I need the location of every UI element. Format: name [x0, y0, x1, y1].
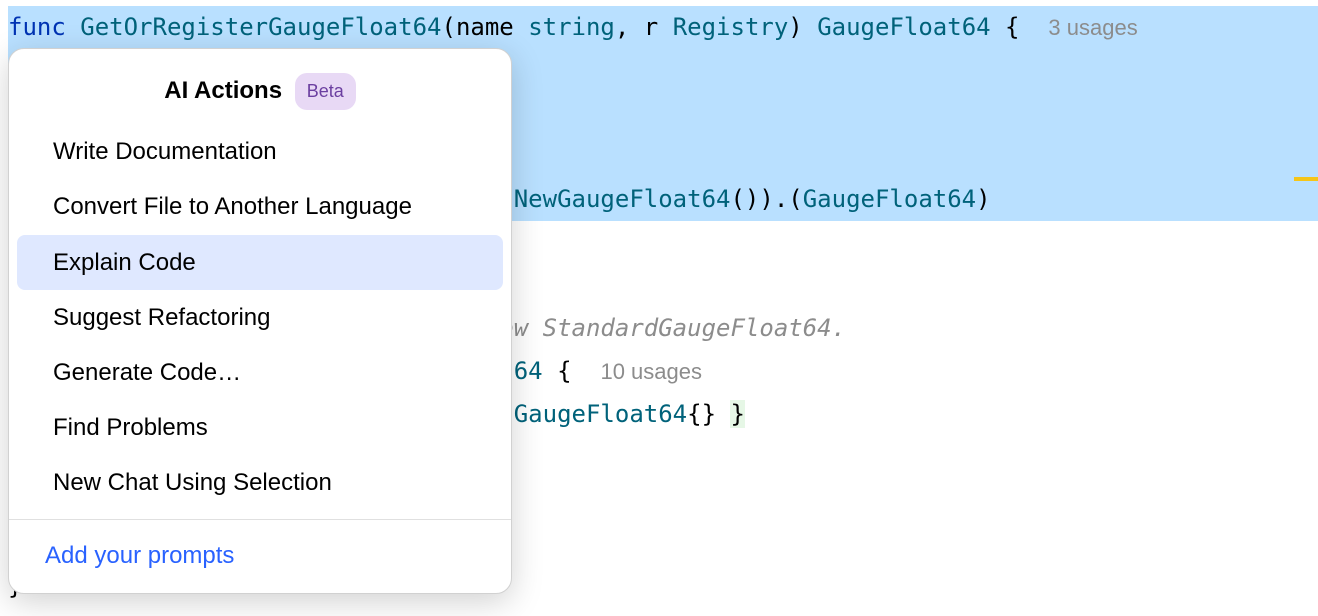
- brace-9: {: [557, 357, 571, 385]
- comment-text: new StandardGaugeFloat64.: [485, 314, 846, 342]
- ai-action-convert-file[interactable]: Convert File to Another Language: [17, 179, 503, 234]
- param-name-2: r: [644, 13, 658, 41]
- cast-type: GaugeFloat64: [803, 185, 976, 213]
- comment-typename: StandardGaugeFloat64: [543, 314, 832, 342]
- close-paren: ): [788, 13, 817, 41]
- gutter-marker[interactable]: [1294, 177, 1318, 181]
- ai-action-write-documentation[interactable]: Write Documentation: [17, 124, 503, 179]
- call-name: NewGaugeFloat64: [514, 185, 731, 213]
- cast-close: ): [976, 185, 990, 213]
- struct-lit-braces: {}: [687, 400, 716, 428]
- ai-action-generate-code[interactable]: Generate Code…: [17, 345, 503, 400]
- popup-title: AI Actions Beta: [9, 65, 511, 124]
- ai-action-explain-code[interactable]: Explain Code: [17, 235, 503, 290]
- usages-hint-1[interactable]: 3 usages: [1048, 15, 1137, 40]
- popup-divider: [9, 519, 511, 520]
- comma: ,: [615, 13, 644, 41]
- param-type-1: string: [528, 13, 615, 41]
- param-type-2: Registry: [673, 13, 789, 41]
- open-brace: {: [1005, 13, 1019, 41]
- call-parens: ()).(: [730, 185, 802, 213]
- keyword-func: func: [8, 13, 66, 41]
- beta-badge: Beta: [295, 73, 356, 109]
- ai-actions-popup: AI Actions Beta Write Documentation Conv…: [8, 48, 512, 594]
- close-brace-hl: }: [730, 400, 744, 428]
- ai-action-suggest-refactoring[interactable]: Suggest Refactoring: [17, 290, 503, 345]
- code-line-1[interactable]: func GetOrRegisterGaugeFloat64(name stri…: [8, 6, 1318, 49]
- usages-hint-2[interactable]: 10 usages: [600, 359, 702, 384]
- func-name: GetOrRegisterGaugeFloat64: [80, 13, 441, 41]
- param-name-1: name: [456, 13, 514, 41]
- add-prompts-link[interactable]: Add your prompts: [9, 528, 511, 583]
- popup-title-text: AI Actions: [164, 77, 282, 104]
- type-tail-2: lGaugeFloat64: [499, 400, 687, 428]
- open-paren: (: [441, 13, 455, 41]
- ai-action-find-problems[interactable]: Find Problems: [17, 400, 503, 455]
- return-type: GaugeFloat64: [817, 13, 990, 41]
- ai-action-new-chat[interactable]: New Chat Using Selection: [17, 455, 503, 510]
- comment-suffix: .: [832, 314, 846, 342]
